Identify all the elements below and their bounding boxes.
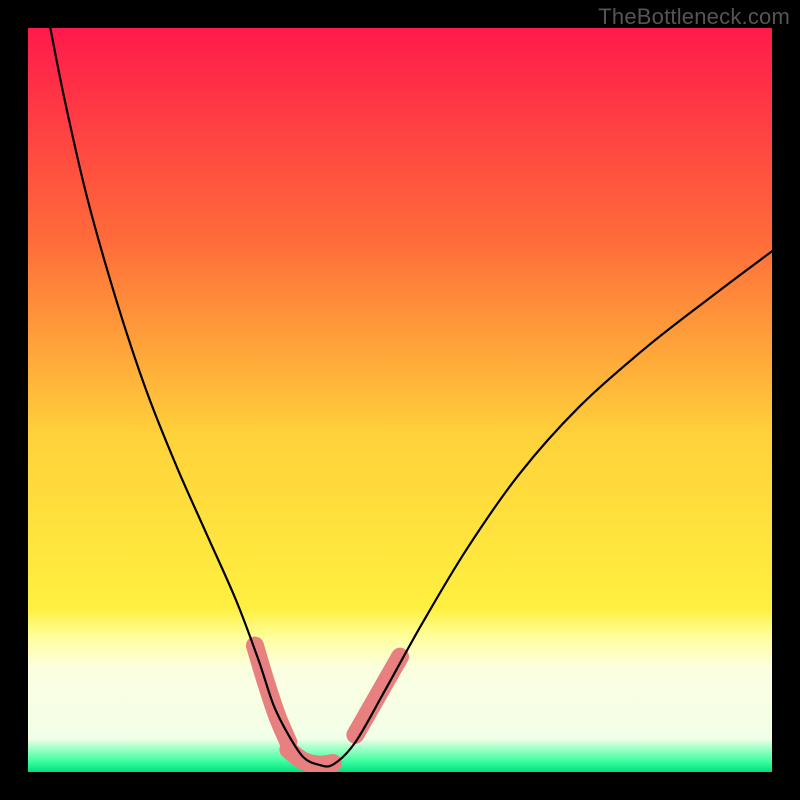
outer-frame: TheBottleneck.com: [0, 0, 800, 800]
chart-svg: [28, 28, 772, 772]
watermark-text: TheBottleneck.com: [598, 4, 790, 30]
plot-area: [28, 28, 772, 772]
